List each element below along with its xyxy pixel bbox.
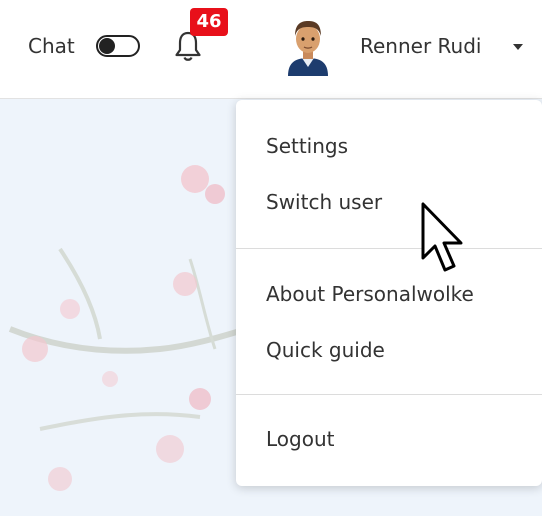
menu-item-switch-user[interactable]: Switch user <box>266 190 382 214</box>
menu-divider <box>236 394 542 395</box>
user-dropdown-menu: Settings Switch user About Personalwolke… <box>236 100 542 486</box>
toggle-knob <box>99 38 115 54</box>
top-bar: Chat 46 Renner Rudi <box>0 0 542 99</box>
menu-item-quick-guide[interactable]: Quick guide <box>266 338 385 362</box>
mouse-pointer-icon <box>418 200 470 278</box>
chat-label: Chat <box>28 34 75 58</box>
chat-toggle[interactable] <box>96 35 140 57</box>
avatar[interactable] <box>282 14 334 76</box>
menu-item-logout[interactable]: Logout <box>266 427 334 451</box>
menu-item-settings[interactable]: Settings <box>266 134 348 158</box>
notification-badge[interactable]: 46 <box>190 8 228 36</box>
menu-divider <box>236 248 542 249</box>
user-name[interactable]: Renner Rudi <box>360 34 481 58</box>
menu-item-about[interactable]: About Personalwolke <box>266 282 474 306</box>
caret-down-icon[interactable] <box>513 44 523 50</box>
